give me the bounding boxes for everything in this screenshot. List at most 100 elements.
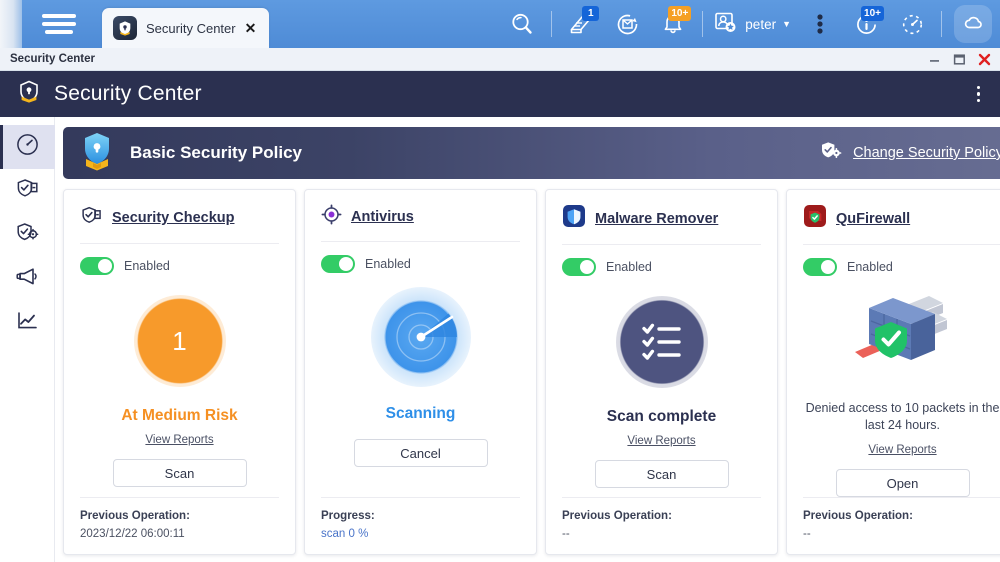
view-reports-link[interactable]: View Reports (868, 444, 936, 456)
card-visual (803, 288, 1000, 390)
toggle-label: Enabled (124, 259, 170, 273)
close-icon[interactable] (978, 53, 991, 66)
sidebar (0, 117, 55, 562)
enable-toggle-row: Enabled (803, 258, 1000, 276)
cloud-icon[interactable] (954, 5, 992, 43)
policy-title: Basic Security Policy (130, 143, 302, 163)
chevron-down-icon: ▼ (782, 19, 791, 29)
malware-remover-shield-icon (562, 204, 586, 233)
user-icon (711, 8, 739, 41)
view-reports-row: View Reports (80, 430, 279, 448)
sidebar-item-dashboard[interactable] (0, 125, 55, 169)
info-badge: 10+ (861, 6, 884, 21)
resource-monitor-icon[interactable] (889, 0, 935, 48)
window-controls (928, 53, 1000, 66)
enable-toggle-row: Enabled (80, 257, 279, 275)
app-tab-security-center[interactable]: Security Center ✕ (102, 8, 269, 48)
footer-key: Previous Operation: (562, 510, 761, 522)
card-header: Malware Remover (562, 204, 761, 245)
scan-button[interactable]: Scan (595, 460, 729, 488)
change-security-policy-button[interactable]: Change Security Policy (819, 139, 1000, 168)
backup-badge: 1 (582, 6, 599, 21)
card-visual (562, 288, 761, 396)
topbar-icon-group: 1 10+ (499, 0, 1000, 48)
footer-value: scan 0 % (321, 528, 520, 540)
kebab-dot (977, 92, 981, 96)
notification-bell-icon[interactable]: 10+ (650, 0, 696, 48)
hamburger-line (45, 30, 73, 34)
notification-badge: 10+ (668, 6, 691, 21)
cancel-button[interactable]: Cancel (354, 439, 488, 467)
maximize-icon[interactable] (953, 53, 966, 66)
card-title[interactable]: Security Checkup (112, 210, 235, 226)
view-reports-row: View Reports (562, 431, 761, 449)
topbar-divider (941, 11, 942, 37)
sidebar-item-security-policy[interactable] (0, 213, 55, 257)
card-title[interactable]: Malware Remover (595, 211, 718, 227)
sidebar-item-announcements[interactable] (0, 257, 55, 301)
sidebar-item-reports[interactable] (0, 301, 55, 345)
footer-key: Progress: (321, 510, 520, 522)
security-center-shield-icon (16, 79, 42, 110)
qufirewall-icon (803, 204, 827, 233)
footer-value: -- (803, 528, 1000, 540)
info-icon[interactable]: 10+ (843, 0, 889, 48)
feature-cards: Security Checkup Enabled 1 At Medium Ris… (63, 189, 1000, 555)
hamburger-icon[interactable] (42, 11, 76, 37)
topbar-divider (551, 11, 552, 37)
shield-check-list-icon (80, 204, 103, 232)
kebab-menu-icon[interactable] (971, 80, 987, 109)
view-reports-row: View Reports (803, 440, 1000, 458)
security-center-app-icon (113, 16, 137, 40)
card-antivirus: Antivirus Enabled (304, 189, 537, 555)
app-header: Security Center (0, 71, 1000, 117)
sidebar-item-security-checkup[interactable] (0, 169, 55, 213)
topbar-divider (702, 11, 703, 37)
card-security-checkup: Security Checkup Enabled 1 At Medium Ris… (63, 189, 296, 555)
enable-toggle[interactable] (803, 258, 837, 276)
backup-station-icon[interactable]: 1 (558, 0, 604, 48)
firewall-illustration-icon (847, 290, 959, 387)
open-button[interactable]: Open (836, 469, 970, 497)
hamburger-line (42, 14, 76, 18)
checklist-gauge (616, 296, 708, 388)
enable-toggle[interactable] (321, 255, 355, 273)
scan-button[interactable]: Scan (113, 459, 247, 487)
sync-icon[interactable] (604, 0, 650, 48)
action-row: Cancel (321, 439, 520, 467)
kebab-dot (977, 99, 981, 103)
view-reports-link[interactable]: View Reports (145, 434, 213, 446)
action-row: Open (803, 469, 1000, 497)
policy-shield-badge-icon (77, 130, 117, 177)
megaphone-icon (15, 264, 40, 294)
enable-toggle[interactable] (80, 257, 114, 275)
more-options-icon[interactable] (797, 0, 843, 48)
risk-count: 1 (172, 326, 186, 357)
footer-value: -- (562, 528, 761, 540)
main-content: Basic Security Policy Change Security (55, 117, 1000, 562)
security-policy-banner: Basic Security Policy Change Security (63, 127, 1000, 179)
card-qufirewall: QuFirewall Enabled (786, 189, 1000, 555)
status-text: Scan complete (562, 408, 761, 426)
card-title[interactable]: QuFirewall (836, 211, 910, 227)
toggle-label: Enabled (365, 257, 411, 271)
footer-key: Previous Operation: (80, 510, 279, 522)
enable-toggle-row: Enabled (321, 255, 520, 273)
radar-scanning-icon (369, 285, 473, 394)
card-malware-remover: Malware Remover Enabled (545, 189, 778, 555)
speedometer-icon (15, 132, 40, 162)
card-footer: Previous Operation: -- (562, 497, 761, 554)
user-menu[interactable]: peter ▼ (709, 8, 797, 41)
card-header: Security Checkup (80, 204, 279, 244)
view-reports-link[interactable]: View Reports (627, 435, 695, 447)
change-security-policy-link[interactable]: Change Security Policy (853, 145, 1000, 161)
card-footer: Progress: scan 0 % (321, 497, 520, 554)
close-icon[interactable]: ✕ (245, 21, 257, 35)
line-chart-icon (15, 308, 40, 338)
card-header: QuFirewall (803, 204, 1000, 245)
minimize-icon[interactable] (928, 53, 941, 66)
shield-gear-icon (819, 139, 843, 168)
enable-toggle[interactable] (562, 258, 596, 276)
search-icon[interactable] (499, 0, 545, 48)
card-title[interactable]: Antivirus (351, 209, 414, 225)
